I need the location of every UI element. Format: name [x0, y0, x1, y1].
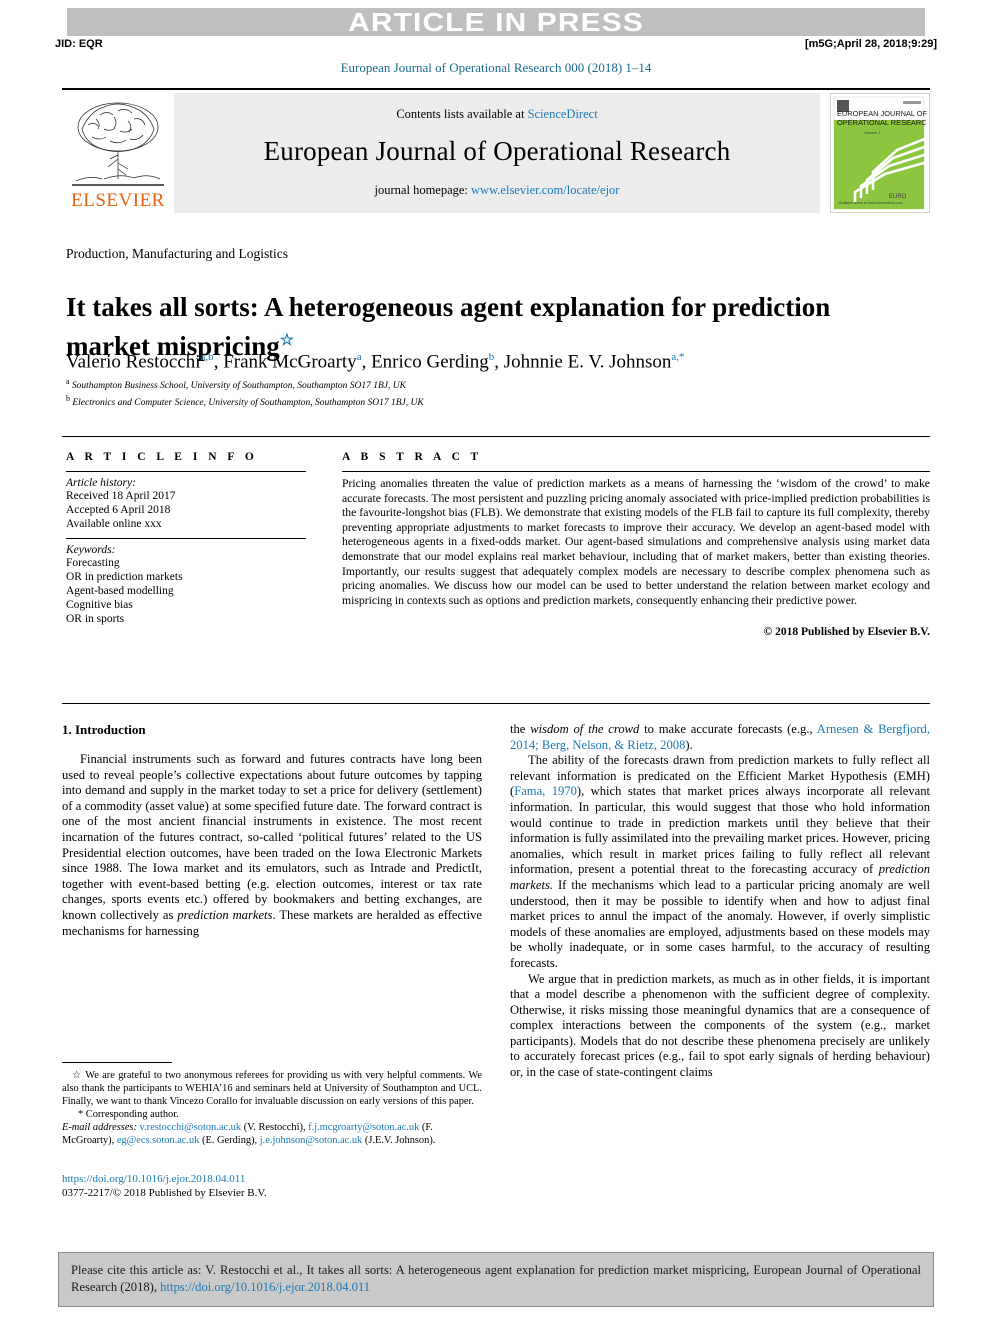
- article-info-heading: A R T I C L E I N F O: [66, 451, 258, 463]
- sciencedirect-link[interactable]: ScienceDirect: [528, 107, 598, 121]
- divider: [66, 471, 306, 472]
- affiliation-a: a Southampton Business School, Universit…: [66, 376, 766, 393]
- affiliation-a-text: Southampton Business School, University …: [71, 381, 406, 392]
- journal-masthead: ELSEVIER Contents lists available at Sci…: [62, 88, 930, 213]
- footnote-divider: [62, 1062, 172, 1063]
- svg-text:OPERATIONAL RESEARCH: OPERATIONAL RESEARCH: [837, 118, 927, 127]
- svg-text:EURO: EURO: [889, 194, 907, 200]
- article-history-label: Article history:: [66, 477, 136, 489]
- email-link-gerding[interactable]: eg@ecs.soton.ac.uk: [117, 1135, 200, 1146]
- email-owner-restocchi: (V. Restocchi),: [243, 1122, 306, 1133]
- running-head: JID: EQR [m5G;April 28, 2018;9:29]: [55, 38, 937, 54]
- email-owner-gerding: (E. Gerding),: [202, 1135, 258, 1146]
- contents-line: Contents lists available at ScienceDirec…: [396, 107, 597, 122]
- journal-id-label: JID: EQR: [55, 38, 103, 50]
- production-stamp-label: [m5G;April 28, 2018;9:29]: [804, 38, 937, 50]
- keyword-item: Cognitive bias: [66, 599, 133, 611]
- affiliation-a-mark: a: [66, 377, 70, 386]
- keyword-item: OR in prediction markets: [66, 571, 183, 583]
- body-paragraph: the wisdom of the crowd to make accurate…: [510, 722, 931, 752]
- journal-homepage-link[interactable]: www.elsevier.com/locate/ejor: [471, 183, 619, 197]
- citation-doi-link[interactable]: https://doi.org/10.1016/j.ejor.2018.04.0…: [160, 1280, 370, 1294]
- divider: [342, 471, 930, 472]
- history-available-online: Available online xxx: [66, 518, 162, 530]
- abstract-copyright: © 2018 Published by Elsevier B.V.: [763, 626, 930, 639]
- homepage-prefix-label: journal homepage:: [374, 182, 472, 197]
- article-info-column: A R T I C L E I N F O Article history: R…: [62, 437, 320, 638]
- journal-title: European Journal of Operational Research: [263, 135, 731, 166]
- footnote-block: ☆ We are grateful to two anonymous refer…: [62, 1062, 482, 1147]
- affiliation-b-text: Electronics and Computer Science, Univer…: [72, 397, 424, 408]
- journal-reference-line: European Journal of Operational Research…: [340, 60, 652, 75]
- journal-cover-image: EUROPEAN JOURNAL OF OPERATIONAL RESEARCH…: [831, 94, 929, 212]
- keyword-item: OR in sports: [66, 613, 125, 625]
- email-link-johnson[interactable]: j.e.johnson@soton.ac.uk: [260, 1135, 363, 1146]
- issn-copyright-line: 0377-2217/© 2018 Published by Elsevier B…: [62, 1187, 267, 1199]
- affiliation-b: b Electronics and Computer Science, Univ…: [66, 393, 766, 410]
- doi-link[interactable]: https://doi.org/10.1016/j.ejor.2018.04.0…: [62, 1173, 245, 1185]
- email-owner-johnson: (J.E.V. Johnson).: [364, 1135, 436, 1146]
- email-addresses-footnote: E-mail addresses: v.restocchi@soton.ac.u…: [62, 1121, 482, 1147]
- elsevier-logo: ELSEVIER: [62, 93, 174, 213]
- svg-text:EUROPEAN JOURNAL OF: EUROPEAN JOURNAL OF: [837, 109, 927, 118]
- author-list: Valerio Restocchia,b, Frank McGroartya, …: [66, 351, 685, 373]
- subject-section-label: Production, Manufacturing and Logistics: [66, 246, 288, 261]
- citation-request-box: Please cite this article as: V. Restocch…: [58, 1252, 934, 1307]
- svg-text:Volume 1: Volume 1: [864, 130, 881, 135]
- doi-block: https://doi.org/10.1016/j.ejor.2018.04.0…: [62, 1172, 482, 1200]
- divider: [66, 538, 306, 539]
- masthead-center: Contents lists available at ScienceDirec…: [174, 93, 820, 213]
- keyword-item: Forecasting: [66, 557, 120, 569]
- article-info-abstract-block: A R T I C L E I N F O Article history: R…: [62, 436, 930, 638]
- svg-text:Available online at www.scienc: Available online at www.sciencedirect.co…: [839, 201, 903, 205]
- elsevier-tree-icon: [70, 99, 166, 191]
- body-columns: 1. Introduction Financial instruments su…: [62, 722, 930, 1081]
- email-link-mcgroarty[interactable]: f.j.mcgroarty@soton.ac.uk: [308, 1122, 419, 1133]
- article-in-press-banner: ARTICLE IN PRESS: [67, 8, 925, 36]
- keywords-label: Keywords:: [66, 544, 116, 556]
- introduction-heading: 1. Introduction: [62, 722, 146, 737]
- citation-text: Please cite this article as: V. Restocch…: [71, 1262, 921, 1296]
- affiliation-b-mark: b: [66, 393, 70, 403]
- body-paragraph: We argue that in prediction markets, as …: [510, 971, 930, 1080]
- keyword-item: Agent-based modelling: [66, 585, 174, 597]
- corresponding-author-footnote: * Corresponding author.: [78, 1109, 179, 1120]
- history-received: Received 18 April 2017: [66, 490, 176, 502]
- paper-page: ARTICLE IN PRESS JID: EQR [m5G;April 28,…: [0, 0, 992, 1323]
- history-accepted: Accepted 6 April 2018: [66, 504, 171, 516]
- abstract-text: Pricing anomalies threaten the value of …: [342, 477, 930, 607]
- abstract-column: A B S T R A C T Pricing anomalies threat…: [320, 437, 930, 638]
- elsevier-wordmark: ELSEVIER: [71, 190, 165, 211]
- divider: [62, 703, 930, 704]
- body-paragraph: The ability of the forecasts drawn from …: [510, 753, 930, 970]
- abstract-heading: A B S T R A C T: [342, 451, 483, 463]
- homepage-line: journal homepage: www.elsevier.com/locat…: [375, 183, 620, 198]
- contents-prefix-label: Contents lists available at: [396, 106, 528, 121]
- body-paragraph: Financial instruments such as forward an…: [62, 752, 482, 938]
- body-right-column: the wisdom of the crowd to make accurate…: [510, 722, 930, 1081]
- acknowledgement-footnote: ☆ We are grateful to two anonymous refer…: [62, 1070, 482, 1107]
- email-link-restocchi[interactable]: v.restocchi@soton.ac.uk: [140, 1122, 242, 1133]
- email-addresses-label: E-mail addresses:: [62, 1122, 137, 1133]
- body-left-column: 1. Introduction Financial instruments su…: [62, 722, 482, 1081]
- affiliation-list: a Southampton Business School, Universit…: [66, 376, 766, 409]
- journal-cover-thumbnail: EUROPEAN JOURNAL OF OPERATIONAL RESEARCH…: [830, 93, 930, 213]
- article-in-press-label: ARTICLE IN PRESS: [348, 7, 644, 37]
